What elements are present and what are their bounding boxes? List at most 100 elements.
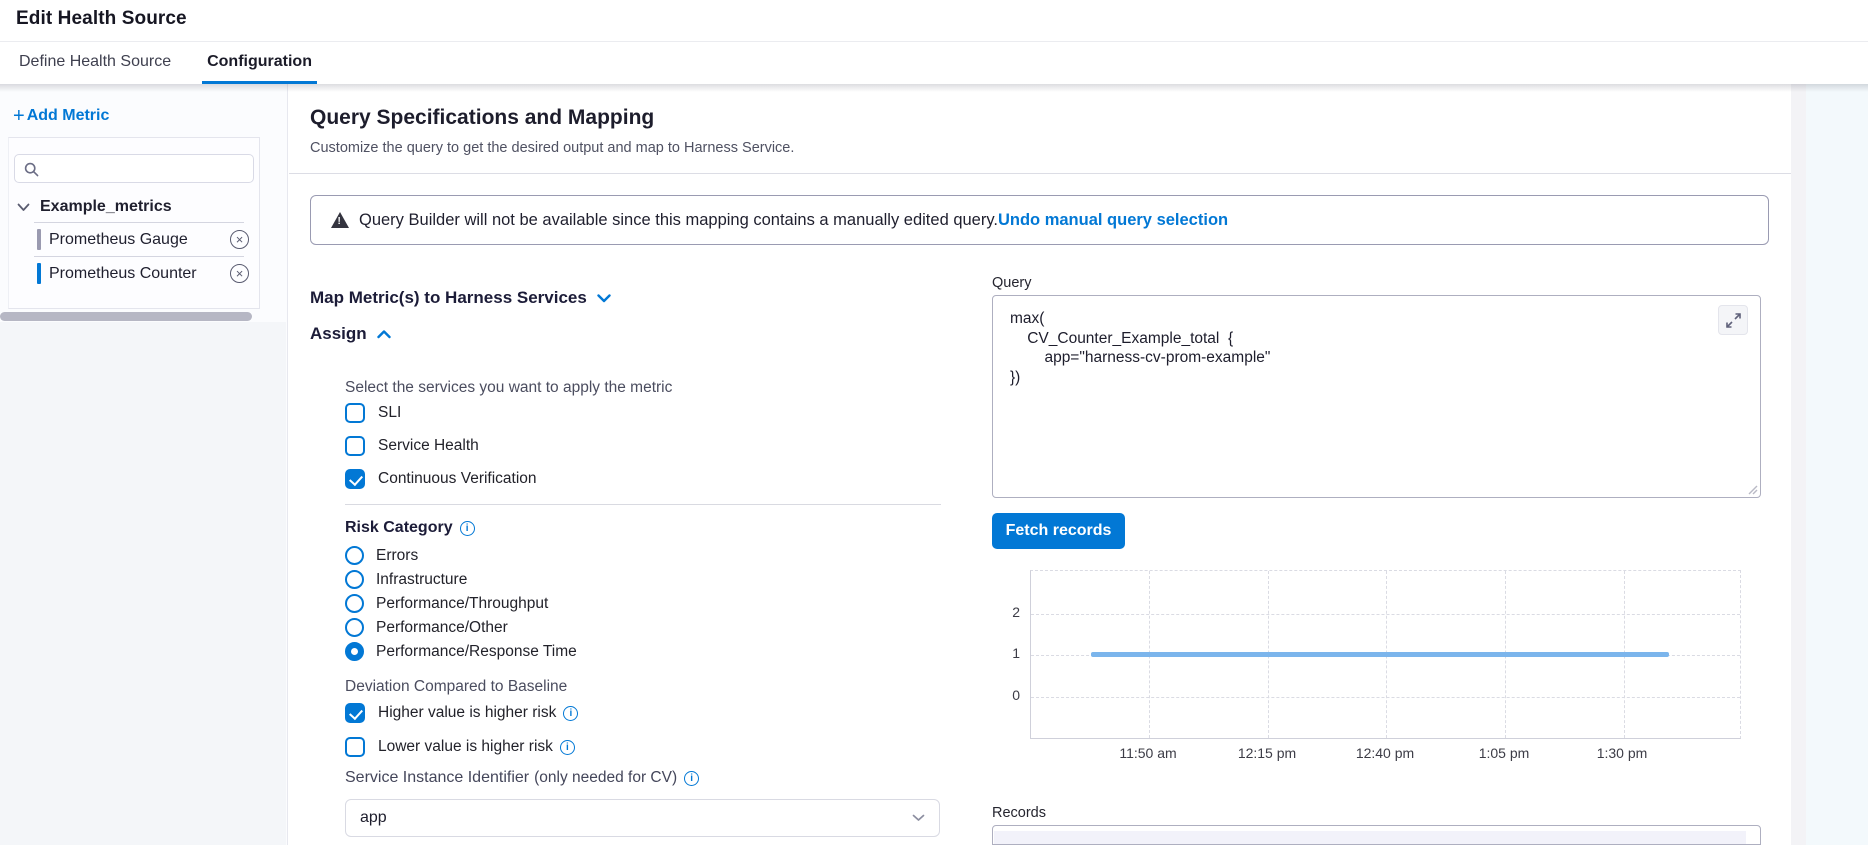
radio-label: Infrastructure <box>376 571 467 589</box>
undo-manual-query-link[interactable]: Undo manual query selection <box>998 211 1228 230</box>
resize-handle[interactable] <box>1747 484 1758 495</box>
vertical-scrollbar-track <box>1791 84 1806 845</box>
checkbox-row-sli[interactable]: SLI <box>345 403 401 423</box>
metric-group-row[interactable]: Example_metrics <box>17 195 172 219</box>
radio-label: Performance/Throughput <box>376 595 548 613</box>
x-axis-tick: 1:05 pm <box>1459 745 1549 761</box>
assign-toggle[interactable]: Assign <box>310 324 391 344</box>
checkbox-continuous-verification[interactable] <box>345 469 365 489</box>
map-metrics-toggle[interactable]: Map Metric(s) to Harness Services <box>310 288 611 308</box>
checkbox-row-lower-value[interactable]: Lower value is higher risk i <box>345 737 575 757</box>
tab-define-health-source[interactable]: Define Health Source <box>14 42 176 84</box>
radio-row-performance-throughput[interactable]: Performance/Throughput <box>345 594 548 613</box>
risk-category-text: Risk Category <box>345 519 453 537</box>
checkbox-row-service-health[interactable]: Service Health <box>345 436 479 456</box>
checkbox-row-continuous-verification[interactable]: Continuous Verification <box>345 469 537 489</box>
fullscreen-icon <box>1726 313 1741 328</box>
checkbox-service-health[interactable] <box>345 436 365 456</box>
records-container <box>992 825 1761 845</box>
search-input[interactable] <box>45 156 245 181</box>
radio-row-performance-other[interactable]: Performance/Other <box>345 618 508 637</box>
page-background <box>1806 84 1868 845</box>
chevron-down-icon <box>597 294 611 303</box>
radio-row-errors[interactable]: Errors <box>345 546 418 565</box>
query-label: Query <box>992 275 1032 291</box>
radio-row-infrastructure[interactable]: Infrastructure <box>345 570 467 589</box>
y-axis-tick: 1 <box>1000 645 1020 661</box>
checkbox-label: Service Health <box>378 437 479 455</box>
risk-category-label: Risk Category i <box>345 519 475 537</box>
metric-selected-bar <box>37 263 41 284</box>
query-editor[interactable]: max( CV_Counter_Example_total { app="har… <box>992 295 1761 498</box>
divider <box>345 504 941 505</box>
y-axis-tick: 2 <box>1000 604 1020 620</box>
chevron-up-icon <box>377 330 391 339</box>
metric-group-label: Example_metrics <box>40 198 172 216</box>
radio-label: Performance/Response Time <box>376 643 577 661</box>
expand-query-button[interactable] <box>1718 305 1748 335</box>
service-instance-text: Service Instance Identifier <box>345 769 529 787</box>
radio-performance-response-time[interactable] <box>345 642 364 661</box>
add-metric-button[interactable]: + Add Metric <box>13 107 109 125</box>
chevron-down-icon <box>912 814 925 822</box>
metric-item-prometheus-gauge[interactable]: Prometheus Gauge × <box>37 223 249 256</box>
remove-metric-icon[interactable]: × <box>230 230 249 249</box>
metric-search <box>14 154 254 183</box>
checkbox-label: Continuous Verification <box>378 470 537 488</box>
page-root: Edit Health Source Define Health Source … <box>0 0 1868 845</box>
metric-item-prometheus-counter[interactable]: Prometheus Counter × <box>37 257 249 290</box>
chart-series-line <box>1091 652 1669 657</box>
info-icon[interactable]: i <box>684 771 699 786</box>
checkbox-higher-value[interactable] <box>345 703 365 723</box>
metrics-sidebar: + Add Metric Example_metrics Promet <box>0 84 288 845</box>
section-heading: Query Specifications and Mapping <box>310 106 654 130</box>
service-instance-suffix: (only needed for CV) <box>534 769 677 787</box>
x-axis-tick: 12:40 pm <box>1340 745 1430 761</box>
fetch-records-button[interactable]: Fetch records <box>992 513 1125 549</box>
search-icon <box>24 162 39 177</box>
metric-selected-bar <box>37 229 41 250</box>
warning-banner: ! Query Builder will not be available si… <box>310 195 1769 245</box>
radio-row-performance-response-time[interactable]: Performance/Response Time <box>345 642 577 661</box>
tab-bar: Define Health Source Configuration <box>0 42 1868 84</box>
plus-icon: + <box>13 107 25 125</box>
assign-label: Assign <box>310 324 367 344</box>
radio-label: Errors <box>376 547 418 565</box>
deviation-label: Deviation Compared to Baseline <box>345 678 567 696</box>
section-subheading: Customize the query to get the desired o… <box>310 140 794 156</box>
horizontal-scrollbar[interactable] <box>0 312 252 321</box>
select-services-label: Select the services you want to apply th… <box>345 379 672 397</box>
checkbox-label: Higher value is higher risk <box>378 704 556 722</box>
checkbox-row-higher-value[interactable]: Higher value is higher risk i <box>345 703 578 723</box>
records-row <box>994 831 1746 845</box>
info-icon[interactable]: i <box>563 706 578 721</box>
warning-text: Query Builder will not be available sinc… <box>359 211 998 230</box>
query-text[interactable]: max( CV_Counter_Example_total { app="har… <box>1010 309 1270 387</box>
records-label: Records <box>992 805 1046 821</box>
radio-infrastructure[interactable] <box>345 570 364 589</box>
checkbox-label: SLI <box>378 404 401 422</box>
radio-performance-throughput[interactable] <box>345 594 364 613</box>
warning-icon: ! <box>331 212 349 228</box>
info-icon[interactable]: i <box>560 740 575 755</box>
metric-list-panel: Example_metrics Prometheus Gauge × Prome… <box>8 137 260 309</box>
checkbox-lower-value[interactable] <box>345 737 365 757</box>
service-instance-select[interactable]: app <box>345 799 940 837</box>
radio-label: Performance/Other <box>376 619 508 637</box>
add-metric-label: Add Metric <box>27 107 110 125</box>
map-metrics-label: Map Metric(s) to Harness Services <box>310 288 587 308</box>
y-axis-tick: 0 <box>1000 687 1020 703</box>
info-icon[interactable]: i <box>460 521 475 536</box>
x-axis-tick: 1:30 pm <box>1577 745 1667 761</box>
select-value: app <box>360 809 912 827</box>
radio-performance-other[interactable] <box>345 618 364 637</box>
records-chart <box>1030 570 1741 739</box>
sidebar-lower-area <box>0 322 286 845</box>
metric-item-label: Prometheus Counter <box>49 265 230 283</box>
checkbox-sli[interactable] <box>345 403 365 423</box>
remove-metric-icon[interactable]: × <box>230 264 249 283</box>
radio-errors[interactable] <box>345 546 364 565</box>
tab-configuration[interactable]: Configuration <box>202 42 317 84</box>
service-instance-label: Service Instance Identifier (only needed… <box>345 769 699 787</box>
metric-item-label: Prometheus Gauge <box>49 231 230 249</box>
